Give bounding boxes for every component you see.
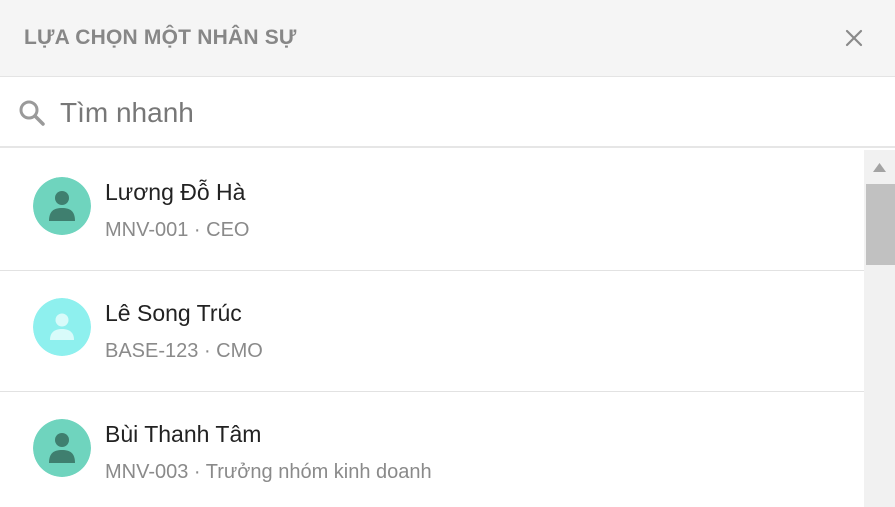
search-icon bbox=[19, 100, 45, 126]
list-item[interactable]: Bùi Thanh Tâm MNV-003 · Trưởng nhóm kinh… bbox=[0, 392, 864, 507]
person-icon bbox=[33, 298, 91, 356]
list-item[interactable]: Lê Song Trúc BASE-123 · CMO bbox=[0, 271, 864, 392]
caret-up-icon[interactable] bbox=[864, 158, 895, 180]
employee-code-role: MNV-001 · CEO bbox=[105, 219, 250, 241]
employee-list: Lương Đỗ Hà MNV-001 · CEO Lê Song Trúc B… bbox=[0, 150, 864, 507]
person-icon bbox=[33, 177, 91, 235]
employee-name: Lương Đỗ Hà bbox=[105, 179, 246, 205]
close-icon[interactable] bbox=[838, 22, 870, 54]
dialog-title: LỰA CHỌN MỘT NHÂN SỰ bbox=[24, 26, 297, 49]
employee-code-role: BASE-123 · CMO bbox=[105, 340, 263, 362]
search-input[interactable] bbox=[60, 93, 860, 133]
person-icon bbox=[33, 419, 91, 477]
list-scrollbar[interactable] bbox=[864, 150, 895, 507]
avatar bbox=[33, 298, 91, 356]
scroll-up-button[interactable] bbox=[864, 158, 895, 180]
avatar bbox=[33, 419, 91, 477]
employee-name: Lê Song Trúc bbox=[105, 300, 242, 326]
dialog-header: LỰA CHỌN MỘT NHÂN SỰ bbox=[0, 0, 895, 77]
list-item[interactable]: Lương Đỗ Hà MNV-001 · CEO bbox=[0, 150, 864, 271]
avatar bbox=[33, 177, 91, 235]
search-bar bbox=[0, 77, 895, 148]
scrollbar-thumb[interactable] bbox=[866, 184, 895, 265]
employee-name: Bùi Thanh Tâm bbox=[105, 421, 262, 447]
employee-code-role: MNV-003 · Trưởng nhóm kinh doanh bbox=[105, 461, 432, 483]
close-button[interactable] bbox=[838, 22, 870, 54]
